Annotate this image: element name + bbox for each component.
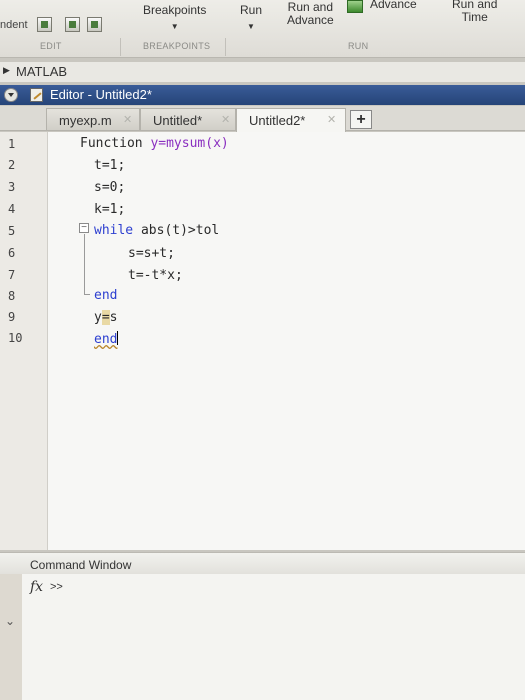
- run-and-time-button[interactable]: Run and Time: [452, 0, 497, 24]
- tab-label: Untitled*: [153, 113, 203, 128]
- current-folder-label: MATLAB: [16, 64, 68, 79]
- code-token: Function: [80, 136, 143, 151]
- code-token: abs(t)>tol: [133, 223, 220, 238]
- section-edit-label: EDIT: [40, 41, 62, 51]
- line-number: 1: [8, 137, 16, 151]
- command-window-title: Command Window: [30, 558, 132, 572]
- line-number: 5: [8, 224, 16, 238]
- code-line-10: end: [94, 331, 119, 347]
- editor-title-bar: Editor - Untitled2*: [0, 85, 525, 105]
- run-button[interactable]: Run ▼: [240, 4, 262, 33]
- chevron-down-icon: ▼: [170, 22, 179, 31]
- code-line-1: Function y=mysum(x): [80, 136, 229, 151]
- panel-menu-icon[interactable]: [4, 88, 18, 102]
- divider: [225, 38, 226, 56]
- function-browser-icon[interactable]: fx: [30, 579, 43, 595]
- breakpoints-label: Breakpoints: [143, 3, 207, 17]
- current-folder-bar[interactable]: ▶ MATLAB: [0, 62, 525, 82]
- editor-tab-bar: myexp.m ✕ Untitled* ✕ Untitled2* ✕ +: [0, 106, 525, 132]
- code-keyword: while: [94, 223, 134, 238]
- close-icon[interactable]: ✕: [327, 113, 336, 126]
- section-run-label: RUN: [348, 41, 369, 51]
- code-token: y: [94, 310, 102, 325]
- command-window[interactable]: ⌄ fx >>: [0, 574, 525, 700]
- line-number: 9: [8, 310, 16, 324]
- toolstrip: ndent Breakpoints ▼ Run ▼ Run and Advanc…: [0, 0, 525, 58]
- fold-guide: [84, 234, 85, 294]
- editor-title: Editor - Untitled2*: [50, 87, 152, 102]
- line-number: 8: [8, 289, 16, 303]
- tab-label: myexp.m: [59, 113, 112, 128]
- tab-untitled[interactable]: Untitled* ✕: [140, 108, 236, 130]
- line-number: 6: [8, 246, 16, 260]
- close-icon[interactable]: ✕: [123, 113, 132, 126]
- line-number-gutter: 1 2 3 4 5 6 7 8 9 10: [0, 132, 48, 550]
- section-breakpoints-label: BREAKPOINTS: [143, 41, 211, 51]
- indent-icon[interactable]: [37, 17, 52, 32]
- code-line-7: t=-t*x;: [128, 268, 183, 283]
- close-icon[interactable]: ✕: [221, 113, 230, 126]
- fold-guide-end: [84, 294, 90, 295]
- tab-myexp[interactable]: myexp.m ✕: [46, 108, 140, 130]
- new-tab-button[interactable]: +: [350, 110, 372, 129]
- breakpoints-button[interactable]: Breakpoints ▼: [143, 4, 206, 33]
- advance-button[interactable]: Advance: [370, 0, 417, 11]
- toolstrip-section-labels: EDIT BREAKPOINTS RUN: [0, 40, 525, 54]
- fold-toggle-icon[interactable]: −: [79, 223, 89, 233]
- line-number: 7: [8, 268, 16, 282]
- chevron-down-icon: ▼: [247, 22, 255, 31]
- code-editor[interactable]: 1 2 3 4 5 6 7 8 9 10 − Function y=mysum(…: [0, 132, 525, 550]
- code-line-3: s=0;: [94, 180, 126, 195]
- tab-untitled2[interactable]: Untitled2* ✕: [236, 108, 346, 132]
- code-line-8: end: [94, 288, 118, 303]
- line-number: 10: [8, 331, 23, 345]
- code-token-highlight: =: [101, 310, 110, 325]
- tab-label: Untitled2*: [249, 113, 306, 128]
- run-label: Run: [240, 3, 263, 17]
- line-number: 4: [8, 202, 16, 216]
- code-token: y=mysum(x): [150, 136, 229, 151]
- code-token: s: [109, 310, 118, 325]
- advance-icon[interactable]: [347, 0, 363, 13]
- outdent-icon[interactable]: [87, 17, 102, 32]
- code-line-2: t=1;: [94, 158, 126, 173]
- expand-triangle-icon[interactable]: ▶: [3, 65, 10, 76]
- indent-label: ndent: [0, 19, 28, 31]
- command-window-title-bar: Command Window: [0, 552, 525, 574]
- code-line-9: y=s: [94, 310, 117, 325]
- code-line-4: k=1;: [94, 202, 126, 217]
- code-line-5: while abs(t)>tol: [94, 223, 219, 238]
- text-caret: [117, 331, 119, 345]
- line-number: 2: [8, 158, 16, 172]
- code-keyword: end: [94, 332, 118, 347]
- command-prompt: >>: [50, 581, 63, 593]
- run-and-advance-button[interactable]: Run and Advance: [287, 1, 334, 27]
- side-strip: ⌄: [0, 574, 22, 700]
- chevron-down-icon[interactable]: ⌄: [5, 614, 15, 628]
- divider: [120, 38, 121, 56]
- code-line-6: s=s+t;: [128, 246, 175, 261]
- editor-icon: [30, 88, 43, 102]
- line-number: 3: [8, 180, 16, 194]
- smart-indent-icon[interactable]: [65, 17, 80, 32]
